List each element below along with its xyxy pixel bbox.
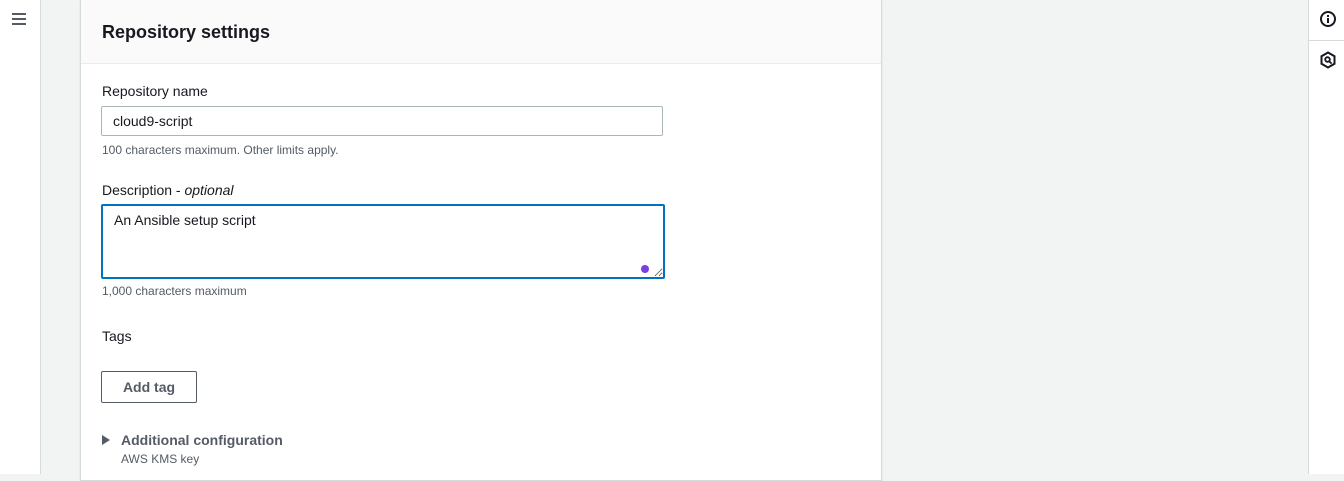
description-label-text: Description - [102, 182, 185, 198]
description-label: Description - optional [102, 181, 234, 199]
add-tag-button[interactable]: Add tag [101, 371, 197, 403]
description-hint: 1,000 characters maximum [102, 284, 247, 298]
additional-configuration-expander[interactable]: Additional configuration [102, 431, 283, 449]
repository-name-input[interactable] [101, 106, 663, 136]
panel-header: Repository settings [81, 0, 881, 64]
info-icon[interactable] [1319, 10, 1337, 28]
repository-name-label: Repository name [102, 83, 208, 99]
help-panel-icon[interactable] [1319, 51, 1337, 69]
caret-right-icon [102, 435, 110, 445]
description-textarea[interactable]: An Ansible setup script [101, 204, 665, 279]
aws-kms-key-label: AWS KMS key [121, 452, 200, 466]
panel-title: Repository settings [102, 22, 271, 42]
right-tools-rail [1308, 0, 1344, 474]
additional-configuration-label: Additional configuration [121, 432, 283, 448]
grammarly-indicator-icon[interactable] [641, 265, 649, 273]
left-navigation-rail [0, 0, 41, 474]
repository-name-hint: 100 characters maximum. Other limits app… [102, 143, 339, 157]
tags-label: Tags [102, 328, 132, 344]
repository-settings-panel: Repository settings Repository name 100 … [80, 0, 882, 481]
hamburger-menu-icon[interactable] [12, 12, 26, 26]
rail-divider [1309, 40, 1344, 41]
optional-tag: optional [184, 182, 234, 198]
